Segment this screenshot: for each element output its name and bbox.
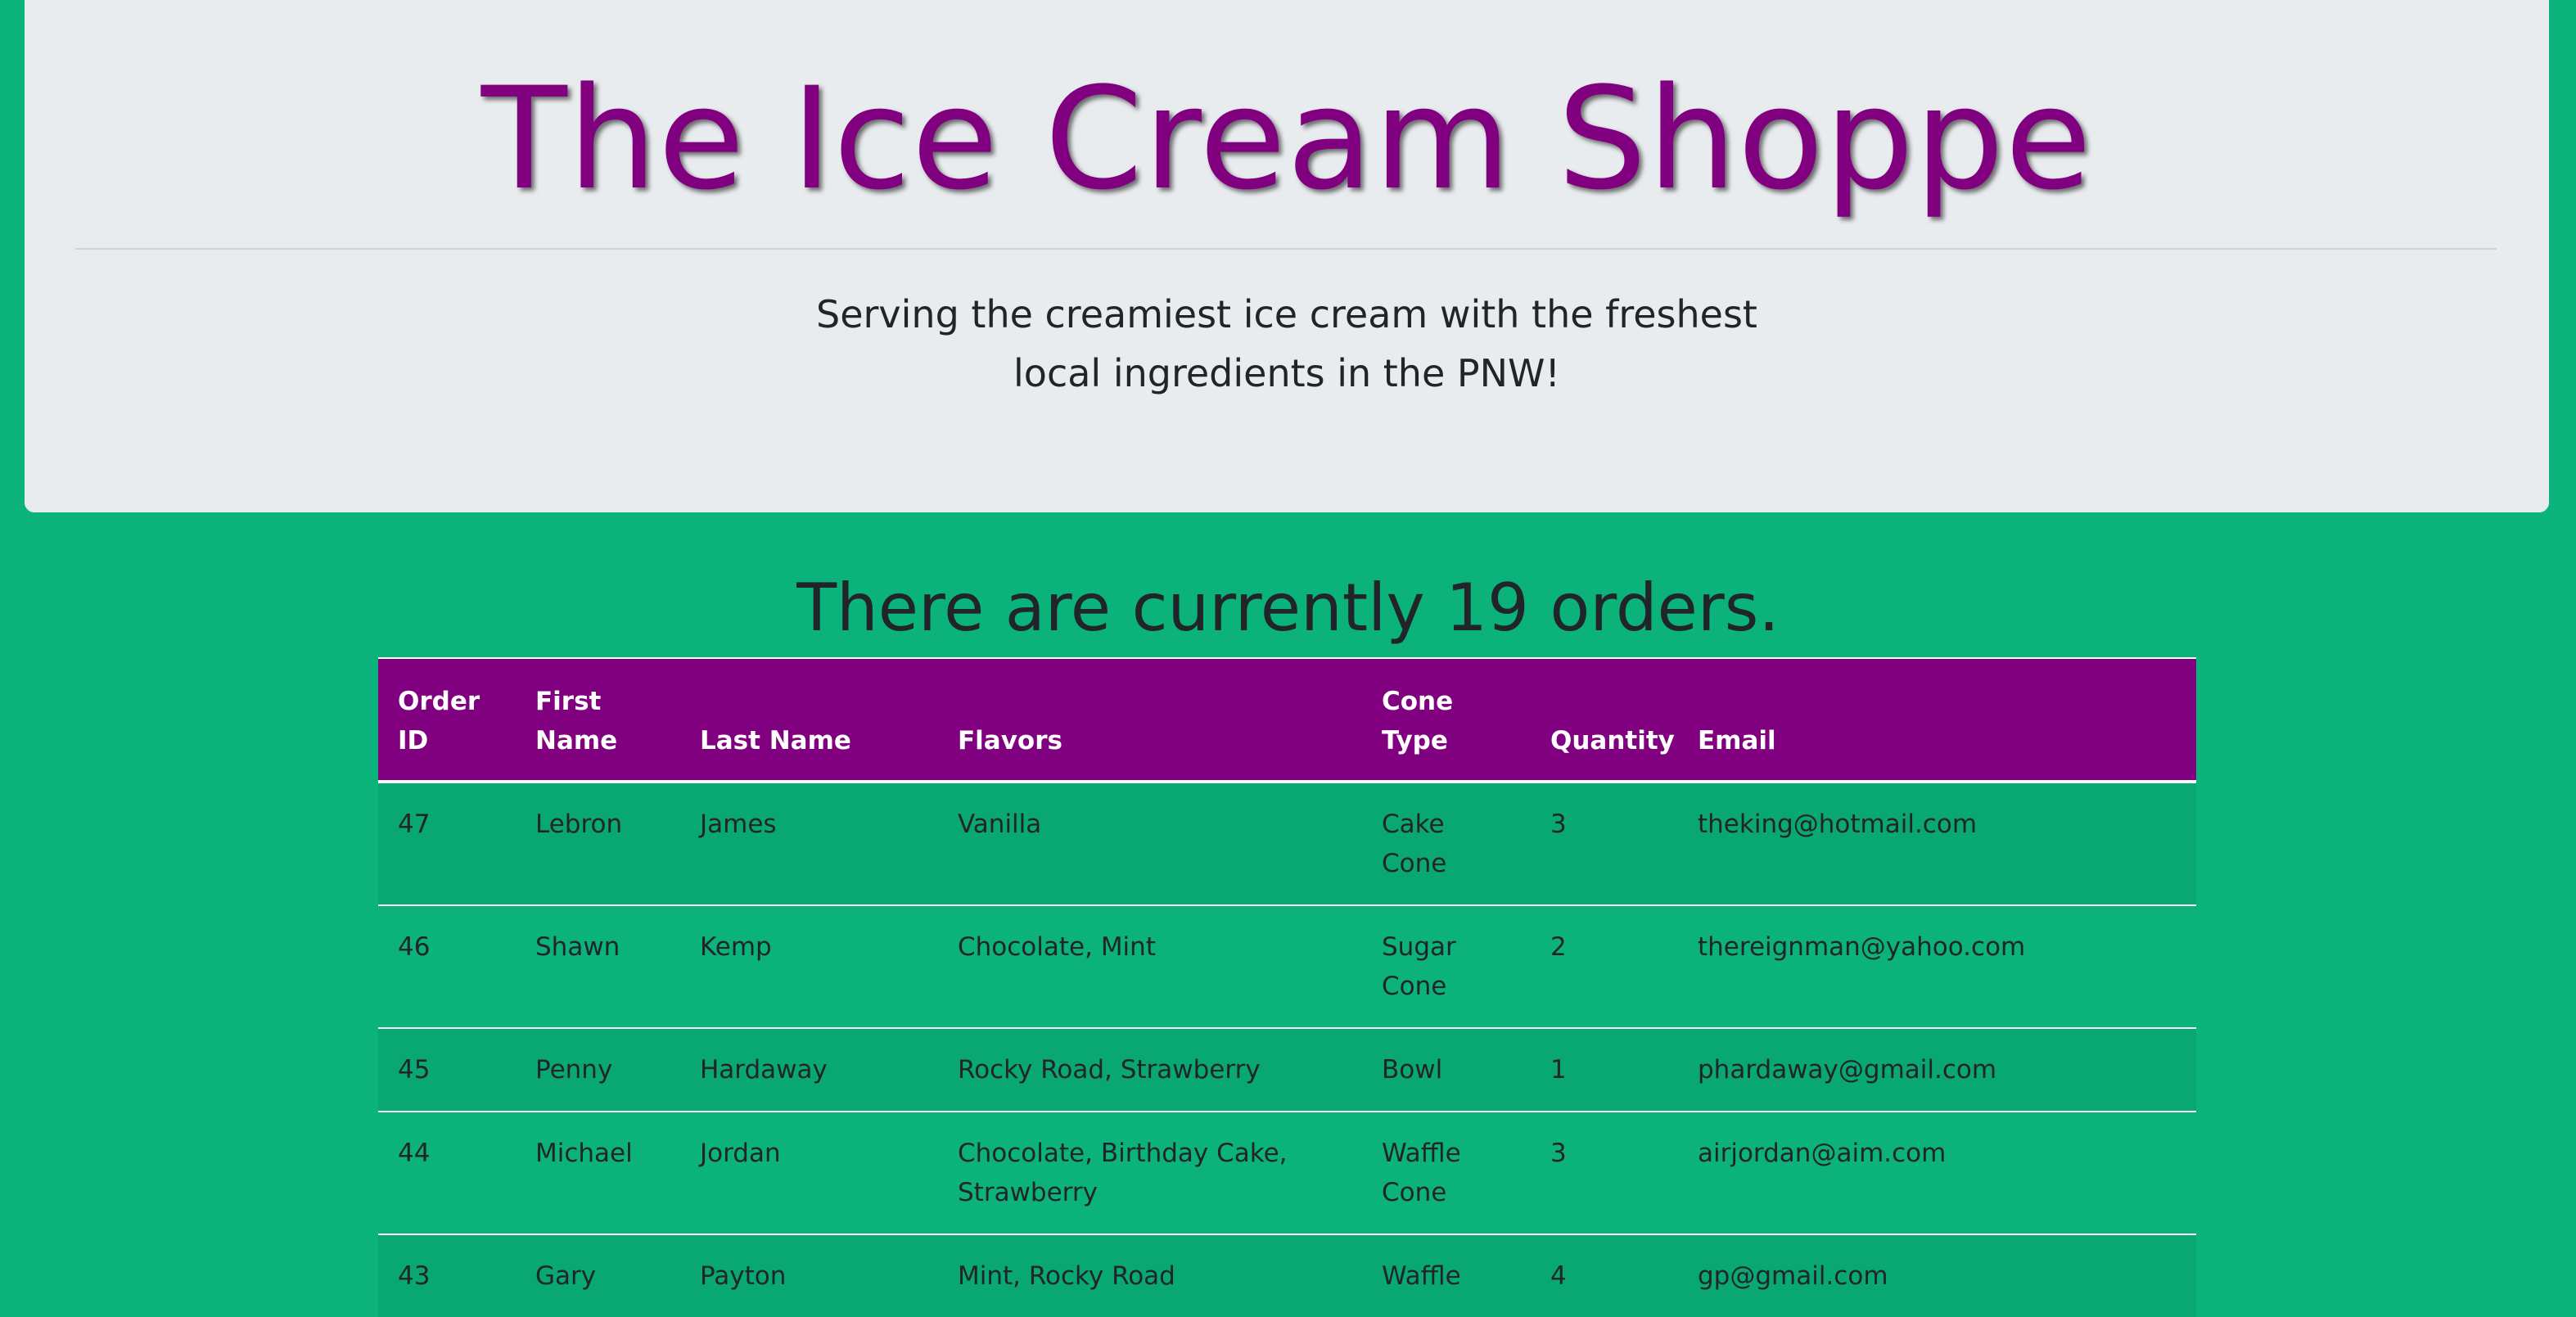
cell-cone-type: Waffle Cone [1362, 1111, 1531, 1234]
column-header-quantity: Quantity [1531, 657, 1678, 783]
cell-first-name: Michael [516, 1111, 680, 1234]
cell-order-id: 45 [378, 1027, 516, 1112]
cell-flavors: Chocolate, Birthday Cake, Strawberry [938, 1111, 1362, 1234]
cell-email: thereignman@yahoo.com [1678, 904, 2196, 1028]
cell-last-name: Hardaway [680, 1027, 938, 1112]
cell-last-name: James [680, 781, 938, 905]
orders-table: Order ID First Name Last Name Flavors Cone… [378, 657, 2196, 1317]
cell-quantity: 3 [1531, 1111, 1678, 1234]
cell-flavors: Rocky Road, Strawberry [938, 1027, 1362, 1112]
cell-last-name: Jordan [680, 1111, 938, 1234]
table-row: 47 Lebron James Vanilla Cake Cone 3 thek… [378, 781, 2196, 905]
header-divider [75, 248, 2497, 250]
cell-first-name: Lebron [516, 781, 680, 905]
cell-quantity: 4 [1531, 1234, 1678, 1317]
tagline-line-1: Serving the creamiest ice cream with the… [816, 292, 1757, 336]
tagline-line-2: local ingredients in the PNW! [1013, 351, 1560, 395]
table-row: 46 Shawn Kemp Chocolate, Mint Sugar Cone… [378, 904, 2196, 1028]
header-jumbotron: The Ice Cream Shoppe Serving the creamie… [25, 0, 2549, 512]
cell-first-name: Penny [516, 1027, 680, 1112]
column-header-cone-type: Cone Type [1362, 657, 1531, 783]
cell-quantity: 1 [1531, 1027, 1678, 1112]
cell-quantity: 2 [1531, 904, 1678, 1028]
cell-flavors: Vanilla [938, 781, 1362, 905]
column-header-last-name: Last Name [680, 657, 938, 783]
cell-first-name: Shawn [516, 904, 680, 1028]
cell-cone-type: Cake Cone [1362, 781, 1531, 905]
table-row: 43 Gary Payton Mint, Rocky Road Waffle 4… [378, 1234, 2196, 1317]
column-header-first-name: First Name [516, 657, 680, 783]
table-row: 44 Michael Jordan Chocolate, Birthday Ca… [378, 1111, 2196, 1234]
column-header-flavors: Flavors [938, 657, 1362, 783]
cell-email: phardaway@gmail.com [1678, 1027, 2196, 1112]
cell-cone-type: Bowl [1362, 1027, 1531, 1112]
tagline: Serving the creamiest ice cream with the… [25, 285, 2549, 403]
cell-cone-type: Sugar Cone [1362, 904, 1531, 1028]
cell-first-name: Gary [516, 1234, 680, 1317]
cell-order-id: 43 [378, 1234, 516, 1317]
cell-last-name: Kemp [680, 904, 938, 1028]
table-header-row: Order ID First Name Last Name Flavors Cone… [378, 657, 2196, 783]
column-header-email: Email [1678, 657, 2196, 783]
cell-order-id: 44 [378, 1111, 516, 1234]
cell-email: gp@gmail.com [1678, 1234, 2196, 1317]
table-row: 45 Penny Hardaway Rocky Road, Strawberry… [378, 1027, 2196, 1112]
cell-email: airjordan@aim.com [1678, 1111, 2196, 1234]
cell-order-id: 46 [378, 904, 516, 1028]
cell-flavors: Chocolate, Mint [938, 904, 1362, 1028]
column-header-order-id: Order ID [378, 657, 516, 783]
orders-count-heading: There are currently 19 orders. [796, 570, 1780, 646]
cell-flavors: Mint, Rocky Road [938, 1234, 1362, 1317]
cell-quantity: 3 [1531, 781, 1678, 905]
cell-email: theking@hotmail.com [1678, 781, 2196, 905]
cell-order-id: 47 [378, 781, 516, 905]
cell-last-name: Payton [680, 1234, 938, 1317]
page-title: The Ice Cream Shoppe [480, 56, 2093, 221]
cell-cone-type: Waffle [1362, 1234, 1531, 1317]
